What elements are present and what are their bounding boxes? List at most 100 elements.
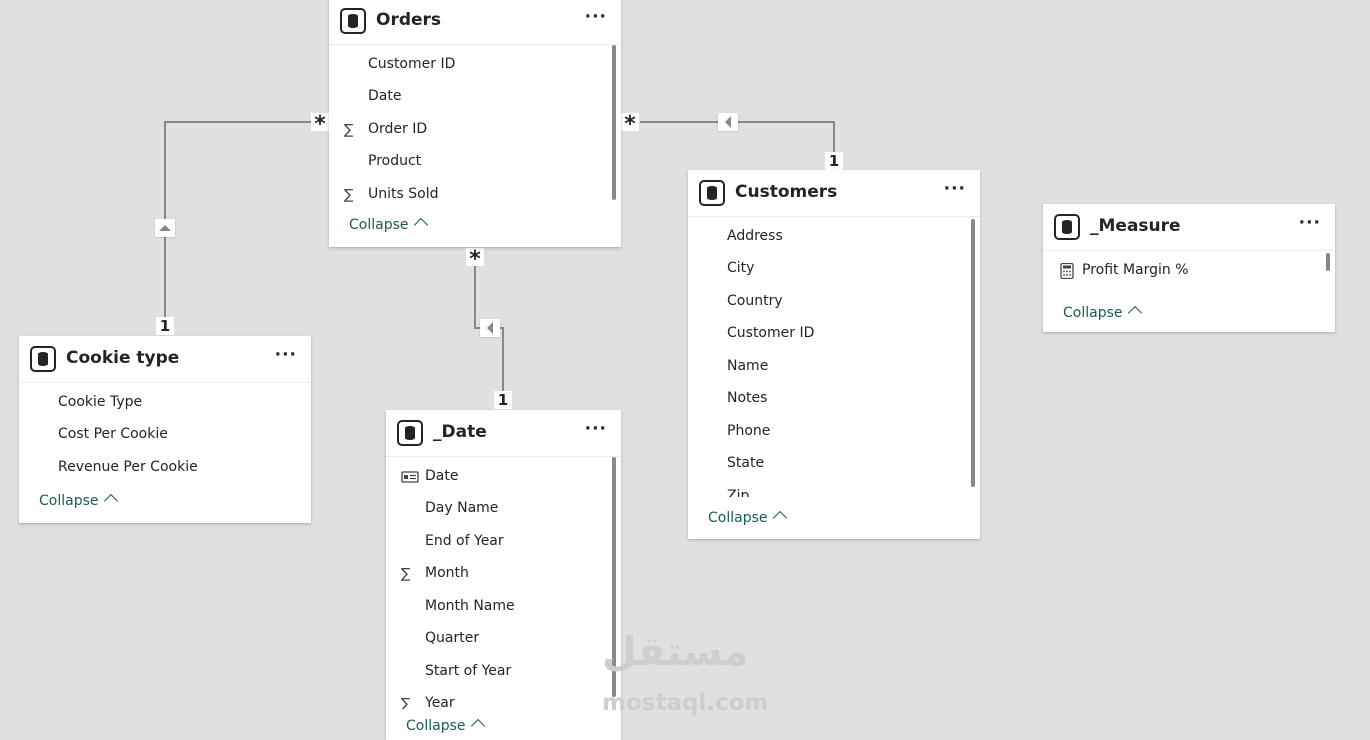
field-item[interactable]: Quarter bbox=[386, 627, 609, 651]
collapse-label: Collapse bbox=[1063, 305, 1123, 321]
collapse-button[interactable]: Collapse bbox=[349, 217, 428, 233]
field-item[interactable]: Cookie Type bbox=[19, 391, 299, 415]
table-icon bbox=[699, 180, 725, 206]
field-item[interactable]: ∑ Units Sold bbox=[329, 183, 609, 207]
field-label: Notes bbox=[727, 390, 768, 406]
collapse-button[interactable]: Collapse bbox=[39, 493, 118, 509]
watermark-latin: mostaql.com bbox=[602, 690, 769, 716]
model-view-canvas[interactable]: * * * 1 1 1 Orders ··· Customer ID Date … bbox=[0, 0, 1370, 740]
field-label: Customer ID bbox=[368, 56, 456, 72]
field-item[interactable]: Revenue Per Cookie bbox=[19, 456, 299, 480]
field-item[interactable]: ∑ Year bbox=[386, 692, 609, 709]
field-label: Date bbox=[368, 88, 402, 104]
field-label: Profit Margin % bbox=[1082, 262, 1189, 278]
table-header[interactable]: Cookie type ··· bbox=[19, 336, 311, 383]
field-item[interactable]: Customer ID bbox=[329, 53, 609, 77]
table-header[interactable]: Orders ··· bbox=[329, 0, 621, 45]
scrollbar[interactable] bbox=[1326, 253, 1330, 271]
table-header[interactable]: Customers ··· bbox=[688, 170, 980, 217]
many-marker-orders-date: * bbox=[466, 248, 484, 272]
filter-direction-up-icon[interactable] bbox=[155, 219, 175, 237]
field-label: Day Name bbox=[425, 500, 499, 516]
field-item[interactable]: Notes bbox=[688, 387, 968, 411]
collapse-label: Collapse bbox=[708, 510, 768, 526]
field-list: Date Day Name End of Year ∑ Month Month N… bbox=[386, 457, 621, 740]
more-options-button[interactable]: ··· bbox=[1299, 213, 1321, 233]
table-card-orders[interactable]: Orders ··· Customer ID Date ∑ Order ID Pr… bbox=[329, 0, 621, 247]
table-card-cookie-type[interactable]: Cookie type ··· Cookie Type Cost Per Coo… bbox=[19, 336, 311, 523]
table-card-measure[interactable]: _Measure ··· Profit Margin % Collapse bbox=[1043, 204, 1335, 332]
chevron-up-icon bbox=[470, 718, 485, 734]
field-list: Customer ID Date ∑ Order ID Product ∑ Unit… bbox=[329, 45, 621, 247]
field-item[interactable]: Zip bbox=[688, 485, 968, 497]
one-marker-date: 1 bbox=[494, 391, 512, 409]
field-item[interactable]: Customer ID bbox=[688, 322, 968, 346]
scrollbar[interactable] bbox=[612, 45, 616, 200]
field-label: Month Name bbox=[425, 598, 515, 614]
collapse-button[interactable]: Collapse bbox=[708, 510, 787, 526]
sigma-icon: ∑ bbox=[401, 696, 411, 709]
more-options-button[interactable]: ··· bbox=[275, 345, 297, 365]
field-label: State bbox=[727, 455, 765, 471]
field-label: Phone bbox=[727, 423, 771, 439]
field-label: Month bbox=[425, 565, 469, 581]
collapse-label: Collapse bbox=[349, 217, 409, 233]
table-icon bbox=[30, 346, 56, 372]
field-label: Revenue Per Cookie bbox=[58, 459, 198, 475]
field-item[interactable]: Product bbox=[329, 150, 609, 174]
field-label: Order ID bbox=[368, 121, 428, 137]
field-label: Year bbox=[425, 695, 455, 709]
chevron-up-icon bbox=[413, 217, 428, 233]
field-item[interactable]: ∑ Month bbox=[386, 562, 609, 586]
table-title: Customers bbox=[735, 182, 838, 202]
field-label: Cookie Type bbox=[58, 394, 143, 410]
field-list: Address City Country Customer ID Name No… bbox=[688, 217, 980, 539]
more-options-button[interactable]: ··· bbox=[585, 7, 607, 27]
collapse-button[interactable]: Collapse bbox=[1063, 305, 1142, 321]
field-item[interactable]: End of Year bbox=[386, 530, 609, 554]
field-list: Cookie Type Cost Per Cookie Revenue Per … bbox=[19, 383, 311, 523]
more-options-button[interactable]: ··· bbox=[585, 419, 607, 439]
chevron-up-icon bbox=[103, 493, 118, 509]
field-item[interactable]: Day Name bbox=[386, 497, 609, 521]
table-header[interactable]: _Date ··· bbox=[386, 410, 621, 457]
field-item[interactable]: State bbox=[688, 452, 968, 476]
table-header[interactable]: _Measure ··· bbox=[1043, 204, 1335, 251]
collapse-button[interactable]: Collapse bbox=[406, 718, 485, 734]
table-icon bbox=[397, 420, 423, 446]
field-item[interactable]: Month Name bbox=[386, 595, 609, 619]
field-item[interactable]: Profit Margin % bbox=[1043, 259, 1323, 283]
field-item[interactable]: City bbox=[688, 257, 968, 281]
chevron-up-icon bbox=[1127, 305, 1142, 321]
field-item[interactable]: Phone bbox=[688, 420, 968, 444]
many-marker-orders-cookie: * bbox=[311, 113, 329, 137]
field-item[interactable]: Address bbox=[688, 225, 968, 249]
field-label: Address bbox=[727, 228, 783, 244]
table-title: Orders bbox=[376, 10, 442, 30]
field-item[interactable]: Date bbox=[386, 465, 609, 489]
many-marker-orders-customers: * bbox=[621, 113, 639, 137]
scrollbar[interactable] bbox=[971, 219, 975, 487]
more-options-button[interactable]: ··· bbox=[944, 179, 966, 199]
sigma-icon: ∑ bbox=[344, 122, 354, 138]
field-label: Quarter bbox=[425, 630, 480, 646]
field-item[interactable]: ∑ Order ID bbox=[329, 118, 609, 142]
table-card-customers[interactable]: Customers ··· Address City Country Custo… bbox=[688, 170, 980, 539]
table-title: Cookie type bbox=[66, 348, 180, 368]
field-item[interactable]: Cost Per Cookie bbox=[19, 423, 299, 447]
field-item[interactable]: Name bbox=[688, 355, 968, 379]
watermark-arabic: مستقل bbox=[602, 629, 749, 675]
table-title: _Measure bbox=[1090, 216, 1181, 236]
field-item[interactable]: Country bbox=[688, 290, 968, 314]
filter-direction-left-icon[interactable] bbox=[480, 319, 500, 337]
field-label: Units Sold bbox=[368, 186, 439, 202]
table-title: _Date bbox=[433, 422, 487, 442]
field-label: City bbox=[727, 260, 755, 276]
field-item[interactable]: Start of Year bbox=[386, 660, 609, 684]
field-item[interactable]: Date bbox=[329, 85, 609, 109]
relationship-orders-cookie bbox=[164, 121, 312, 318]
filter-direction-left-icon[interactable] bbox=[718, 113, 738, 131]
table-card-date[interactable]: _Date ··· Date Day Name End of Year ∑ Mon… bbox=[386, 410, 621, 740]
sigma-icon: ∑ bbox=[344, 187, 354, 203]
field-label: Start of Year bbox=[425, 663, 512, 679]
